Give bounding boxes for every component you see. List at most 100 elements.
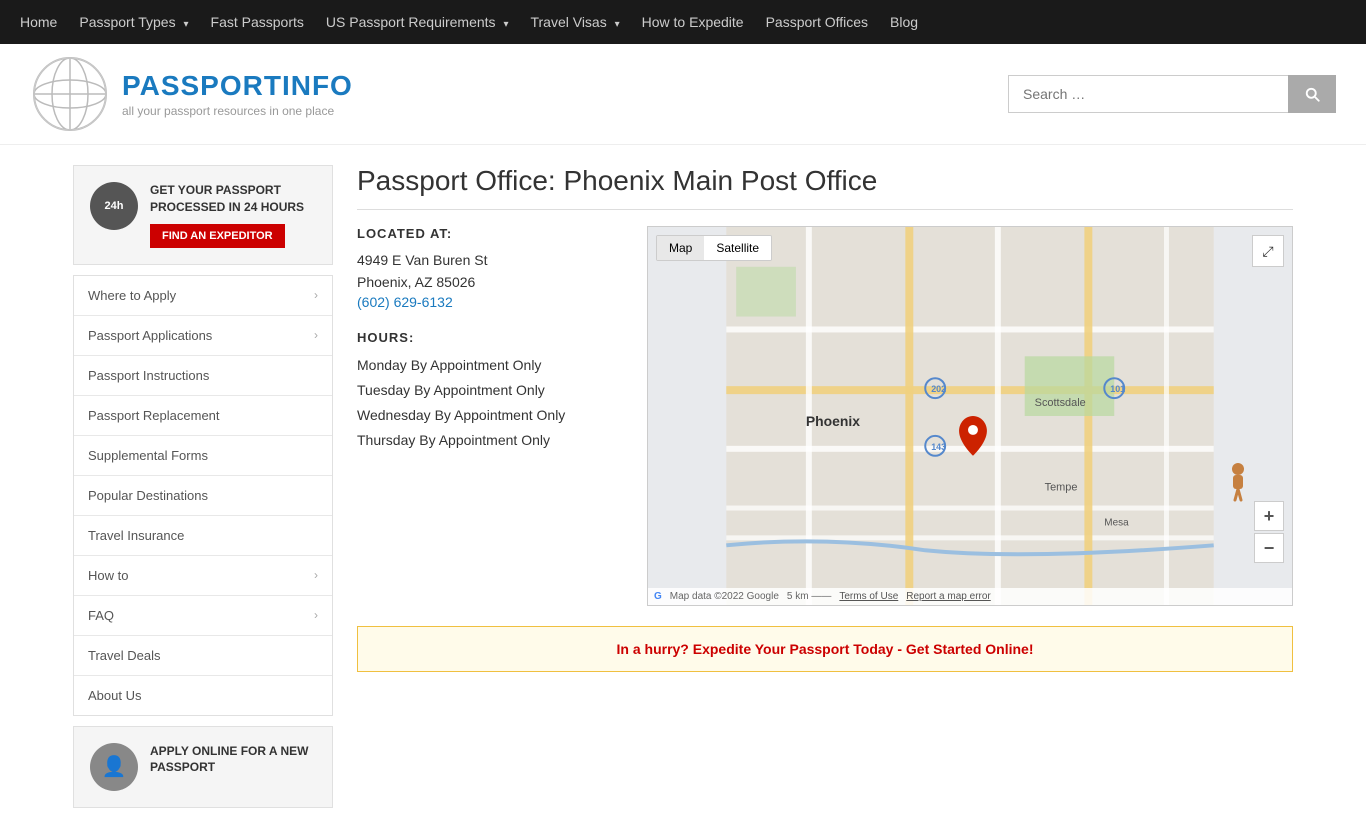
- chevron-down-icon: ▾: [184, 19, 189, 30]
- sidebar-item-label: Travel Insurance: [88, 528, 184, 543]
- svg-text:202: 202: [931, 384, 946, 394]
- nav-passport-offices[interactable]: Passport Offices: [766, 14, 868, 30]
- map-credits: Map data ©2022 Google: [670, 591, 779, 602]
- search-area: [1008, 75, 1336, 113]
- page-title: Passport Office: Phoenix Main Post Offic…: [357, 165, 1293, 210]
- office-details: LOCATED AT: 4949 E Van Buren St Phoenix,…: [357, 226, 1293, 606]
- map-zoom-controls: + −: [1254, 501, 1284, 565]
- site-header: PASSPORTINFO all your passport resources…: [0, 44, 1366, 145]
- main-content: Passport Office: Phoenix Main Post Offic…: [357, 165, 1293, 808]
- nav-travel-visas[interactable]: Travel Visas ▾: [530, 14, 619, 30]
- address-line1: 4949 E Van Buren St: [357, 249, 617, 271]
- svg-text:143: 143: [931, 442, 946, 452]
- sidebar-item-label: Where to Apply: [88, 288, 176, 303]
- sidebar-item-supplemental-forms[interactable]: Supplemental Forms: [74, 436, 332, 476]
- svg-text:Scottsdale: Scottsdale: [1035, 397, 1086, 409]
- logo-colored: INFO: [282, 70, 353, 101]
- sidebar-item-label: Passport Instructions: [88, 368, 209, 383]
- map-fullscreen-button[interactable]: ⤢: [1252, 235, 1284, 267]
- nav-us-passport-req[interactable]: US Passport Requirements ▾: [326, 14, 509, 30]
- search-input[interactable]: [1008, 75, 1288, 113]
- map-scale: 5 km ——: [787, 591, 831, 602]
- 24h-icon: 24h: [90, 182, 138, 230]
- logo-area: PASSPORTINFO all your passport resources…: [30, 54, 353, 134]
- logo-globe-icon: [30, 54, 110, 134]
- logo-plain: PASSPORT: [122, 70, 282, 101]
- svg-text:Mesa: Mesa: [1104, 517, 1129, 528]
- sidebar-item-label: Travel Deals: [88, 648, 160, 663]
- find-expeditor-button[interactable]: FIND AN EXPEDITOR: [150, 224, 285, 248]
- sidebar-item-travel-deals[interactable]: Travel Deals: [74, 636, 332, 676]
- top-navigation: Home Passport Types ▾ Fast Passports US …: [0, 0, 1366, 44]
- hours-section: HOURS: Monday By Appointment Only Tuesda…: [357, 330, 617, 454]
- report-map-error-link[interactable]: Report a map error: [906, 591, 990, 602]
- hours-thursday: Thursday By Appointment Only: [357, 428, 617, 453]
- map-tabs: Map Satellite: [656, 235, 772, 261]
- nav-home[interactable]: Home: [20, 14, 57, 30]
- map-tab-map[interactable]: Map: [657, 236, 704, 260]
- sidebar-item-label: About Us: [88, 688, 141, 703]
- sidebar-item-passport-instructions[interactable]: Passport Instructions: [74, 356, 332, 396]
- zoom-in-button[interactable]: +: [1254, 501, 1284, 531]
- nav-fast-passports[interactable]: Fast Passports: [211, 14, 304, 30]
- logo-text: PASSPORTINFO all your passport resources…: [122, 70, 353, 118]
- phone-link[interactable]: (602) 629-6132: [357, 294, 453, 310]
- svg-text:Tempe: Tempe: [1045, 482, 1078, 494]
- pegman-icon: [1226, 462, 1250, 502]
- sidebar-item-label: FAQ: [88, 608, 114, 623]
- chevron-down-icon: ▾: [615, 19, 620, 30]
- located-at-label: LOCATED AT:: [357, 226, 617, 241]
- map-tab-satellite[interactable]: Satellite: [704, 236, 771, 260]
- zoom-out-button[interactable]: −: [1254, 533, 1284, 563]
- office-info: LOCATED AT: 4949 E Van Buren St Phoenix,…: [357, 226, 617, 606]
- map-footer: G Map data ©2022 Google 5 km —— Terms of…: [648, 588, 1292, 605]
- sidebar-promo2-text: APPLY ONLINE FOR A NEW PASSPORT: [150, 743, 316, 777]
- nav-blog[interactable]: Blog: [890, 14, 918, 30]
- main-layout: 24h GET YOUR PASSPORT PROCESSED IN 24 HO…: [43, 145, 1323, 828]
- hours-label: HOURS:: [357, 330, 617, 345]
- map-container: Phoenix Scottsdale Tempe Mesa 202 101 14…: [647, 226, 1293, 606]
- hours-wednesday: Wednesday By Appointment Only: [357, 403, 617, 428]
- sidebar-item-faq[interactable]: FAQ ›: [74, 596, 332, 636]
- address-line2: Phoenix, AZ 85026: [357, 271, 617, 293]
- sidebar-item-how-to[interactable]: How to ›: [74, 556, 332, 596]
- search-icon: [1303, 85, 1321, 103]
- svg-text:101: 101: [1110, 384, 1125, 394]
- sidebar-item-label: How to: [88, 568, 128, 583]
- chevron-down-icon: ▾: [503, 19, 508, 30]
- sidebar-item-travel-insurance[interactable]: Travel Insurance: [74, 516, 332, 556]
- logo-tagline: all your passport resources in one place: [122, 104, 353, 118]
- sidebar-item-about-us[interactable]: About Us: [74, 676, 332, 715]
- search-button[interactable]: [1288, 75, 1336, 113]
- sidebar-item-label: Popular Destinations: [88, 488, 208, 503]
- nav-how-to-expedite[interactable]: How to Expedite: [642, 14, 744, 30]
- sidebar-item-where-to-apply[interactable]: Where to Apply ›: [74, 276, 332, 316]
- sidebar: 24h GET YOUR PASSPORT PROCESSED IN 24 HO…: [73, 165, 333, 808]
- sidebar-item-popular-destinations[interactable]: Popular Destinations: [74, 476, 332, 516]
- fullscreen-icon: ⤢: [1262, 243, 1273, 260]
- sidebar-promo-text: GET YOUR PASSPORT PROCESSED IN 24 HOURS: [150, 182, 316, 216]
- map-frame[interactable]: Phoenix Scottsdale Tempe Mesa 202 101 14…: [647, 226, 1293, 606]
- sidebar-item-label: Passport Applications: [88, 328, 212, 343]
- terms-of-use-link[interactable]: Terms of Use: [839, 591, 898, 602]
- map-logo: G: [654, 591, 662, 602]
- nav-passport-types[interactable]: Passport Types ▾: [79, 14, 188, 30]
- sidebar-promo-content: GET YOUR PASSPORT PROCESSED IN 24 HOURS …: [150, 182, 316, 248]
- svg-text:Phoenix: Phoenix: [806, 413, 860, 429]
- site-logo-name: PASSPORTINFO: [122, 70, 353, 102]
- expedite-link[interactable]: In a hurry? Expedite Your Passport Today…: [617, 641, 1034, 657]
- chevron-right-icon: ›: [314, 568, 318, 582]
- chevron-right-icon: ›: [314, 608, 318, 622]
- hours-monday: Monday By Appointment Only: [357, 353, 617, 378]
- hours-tuesday: Tuesday By Appointment Only: [357, 378, 617, 403]
- street-view-icon[interactable]: [1226, 462, 1250, 505]
- sidebar-item-label: Passport Replacement: [88, 408, 220, 423]
- sidebar-item-passport-applications[interactable]: Passport Applications ›: [74, 316, 332, 356]
- sidebar-navigation: Where to Apply › Passport Applications ›…: [73, 275, 333, 716]
- sidebar-promo-apply: 👤 APPLY ONLINE FOR A NEW PASSPORT: [73, 726, 333, 808]
- chevron-right-icon: ›: [314, 288, 318, 302]
- sidebar-item-passport-replacement[interactable]: Passport Replacement: [74, 396, 332, 436]
- sidebar-item-label: Supplemental Forms: [88, 448, 208, 463]
- bottom-banner: In a hurry? Expedite Your Passport Today…: [357, 626, 1293, 672]
- person-icon: 👤: [90, 743, 138, 791]
